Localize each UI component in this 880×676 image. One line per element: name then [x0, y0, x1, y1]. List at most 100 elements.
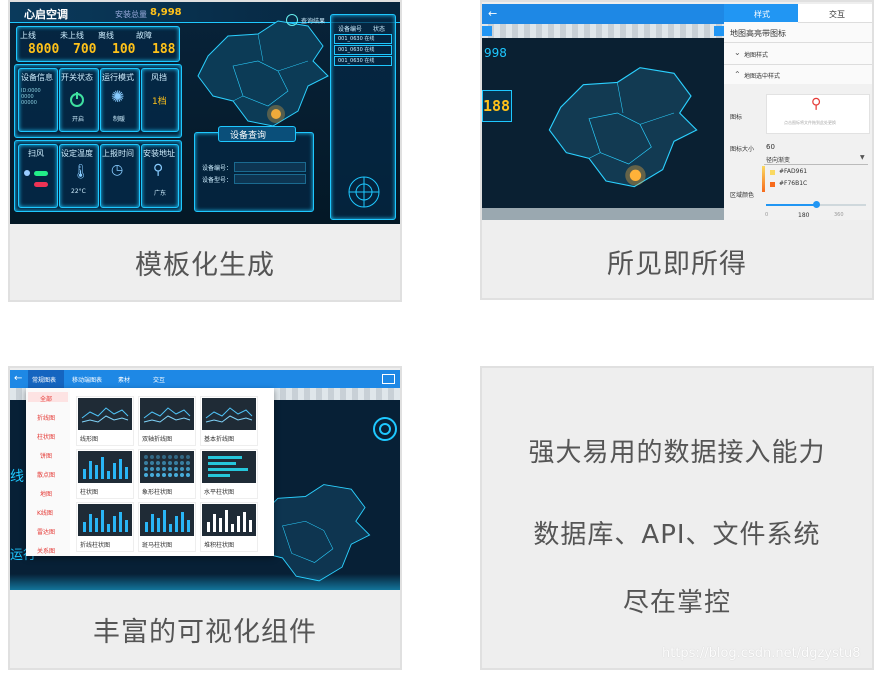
category-item[interactable]: 柱状图: [37, 432, 55, 441]
category-item[interactable]: K线图: [37, 508, 53, 517]
feature-card-data-access: 强大易用的数据接入能力 数据库、API、文件系统 尽在掌控 https://bl…: [480, 366, 874, 670]
tile-sub: 22°C: [71, 188, 86, 195]
section-selected-style[interactable]: 地图选中样式: [744, 71, 780, 80]
china-map: [197, 20, 329, 127]
component-card[interactable]: 象形柱状图: [138, 449, 196, 499]
china-map: [548, 67, 698, 188]
component-thumbnail: [78, 504, 132, 536]
category-item[interactable]: 折线图: [37, 413, 55, 422]
slider-tick: 360: [834, 212, 844, 218]
radar-icon: [348, 176, 380, 208]
component-thumbnail: [140, 451, 194, 483]
monitor-icon[interactable]: [382, 374, 395, 384]
slider-tick: 0: [765, 212, 769, 218]
device-id-input[interactable]: [234, 162, 306, 172]
chevron-down-icon[interactable]: ⌄: [734, 48, 741, 57]
bottom-glow: [10, 574, 400, 590]
color-stop-1[interactable]: #FAD961: [779, 168, 807, 175]
editor-top-bar: [482, 4, 724, 24]
component-label: 柱状图: [80, 489, 99, 496]
tab-assets[interactable]: 素材: [118, 375, 130, 384]
card-caption: 丰富的可视化组件: [93, 616, 317, 648]
component-card[interactable]: 水平柱状图: [200, 449, 258, 499]
gradient-select-value: 径向渐变: [766, 157, 791, 164]
component-thumbnail: [78, 451, 132, 483]
table-row-text: 001_0630 在线: [338, 58, 375, 64]
query-label-id: 设备编号：: [202, 165, 233, 172]
component-thumbnail: [202, 504, 256, 536]
icon-size-value[interactable]: 60: [766, 143, 775, 151]
tab-interaction[interactable]: 交互: [153, 375, 165, 384]
color-stop-2[interactable]: #F76B1C: [779, 180, 807, 187]
tile-sub: 制暖: [113, 116, 126, 123]
table-row-text: 001_0630 在线: [338, 47, 375, 53]
component-card[interactable]: 堆积柱状图: [200, 502, 258, 552]
query-title: 设备查询: [230, 131, 267, 141]
gradient-bar: [762, 166, 765, 192]
fan-icon: 1档: [152, 97, 167, 107]
tile-sub: 广东: [154, 190, 167, 197]
slider-tick: 180: [798, 212, 810, 219]
category-item[interactable]: 地图: [40, 489, 52, 498]
expand-button[interactable]: [714, 26, 724, 36]
location-icon: ⚲: [153, 162, 164, 178]
category-item[interactable]: 散点图: [37, 470, 55, 479]
stat-label-offline: 离线: [98, 31, 114, 40]
component-label: 线形图: [80, 436, 99, 443]
search-button[interactable]: 查询结果: [286, 14, 334, 26]
category-item[interactable]: 关系图: [37, 546, 55, 555]
component-label: 堆积柱状图: [204, 542, 235, 549]
app-title: 心启空调: [24, 8, 68, 21]
partial-number: 998: [484, 46, 507, 60]
stat-label-fault: 故障: [136, 31, 152, 40]
slider-thumb[interactable]: [813, 201, 820, 208]
library-top-bar: [10, 370, 400, 388]
feature-line-3: 尽在掌控: [622, 587, 731, 618]
panel-title: 地图高亮带图标: [730, 29, 786, 38]
query-label-model: 设备型号：: [202, 177, 233, 184]
stat-label-not-online: 未上线: [60, 31, 84, 40]
back-arrow-icon[interactable]: ←: [488, 7, 497, 20]
tile-label: 设定温度: [61, 149, 93, 158]
map-pin-icon: ⚲: [811, 96, 822, 112]
divider: [724, 64, 872, 65]
category-item[interactable]: 全部: [40, 394, 52, 403]
card-caption: 所见即所得: [607, 248, 747, 280]
color-swatch[interactable]: [770, 182, 775, 187]
component-card[interactable]: 线形图: [76, 396, 134, 446]
component-card[interactable]: 双轴折线图: [138, 396, 196, 446]
editor-screenshot: ← 998 188 样式 交互 地图高亮带图标 ⌄ 地图样式 ⌃ 地图选中样式 …: [482, 4, 872, 220]
region-color-label: 区域颜色: [730, 192, 755, 199]
back-arrow-icon[interactable]: ←: [14, 373, 22, 384]
component-label: 基本折线图: [204, 436, 235, 443]
color-swatch[interactable]: [770, 170, 775, 175]
feature-line-2: 数据库、API、文件系统: [533, 519, 821, 550]
component-card[interactable]: 斑马柱状图: [138, 502, 196, 552]
category-item[interactable]: 雷达图: [37, 527, 55, 536]
feature-card-components: ← 常规图表 移动端图表 素材 交互 线 运行 全部 折线图 柱状图 饼图 散点…: [8, 366, 402, 670]
component-thumbnail: [202, 451, 256, 483]
thermometer-icon: 🌡︎: [72, 164, 90, 180]
component-thumbnail: [140, 504, 194, 536]
sun-icon: ✺: [111, 87, 125, 106]
tab-style-label: 样式: [754, 10, 770, 19]
chevron-up-icon[interactable]: ⌃: [734, 70, 741, 79]
tab-mobile-charts[interactable]: 移动端图表: [72, 375, 102, 384]
upload-hint: 点击图标将文件拖到此处更换: [784, 120, 836, 125]
device-model-input[interactable]: [234, 174, 306, 184]
tile-label: 扫风: [28, 149, 44, 158]
info-icon: ID:0000 0000 00000: [21, 88, 41, 106]
component-card[interactable]: 基本折线图: [200, 396, 258, 446]
component-thumbnail: [202, 398, 256, 430]
component-card[interactable]: 柱状图: [76, 449, 134, 499]
tile-label: 上报时间: [102, 149, 134, 158]
stat-value-fault: 188: [152, 42, 176, 57]
stat-number: 188: [483, 97, 511, 115]
tab-label: 常规图表: [32, 377, 57, 384]
section-map-style[interactable]: 地图样式: [744, 50, 768, 59]
stat-value-online: 8000: [28, 42, 60, 57]
table-header-status: 状态: [373, 26, 386, 33]
category-item[interactable]: 饼图: [40, 451, 52, 460]
component-card[interactable]: 折线柱状图: [76, 502, 134, 552]
collapse-button[interactable]: [482, 26, 492, 36]
